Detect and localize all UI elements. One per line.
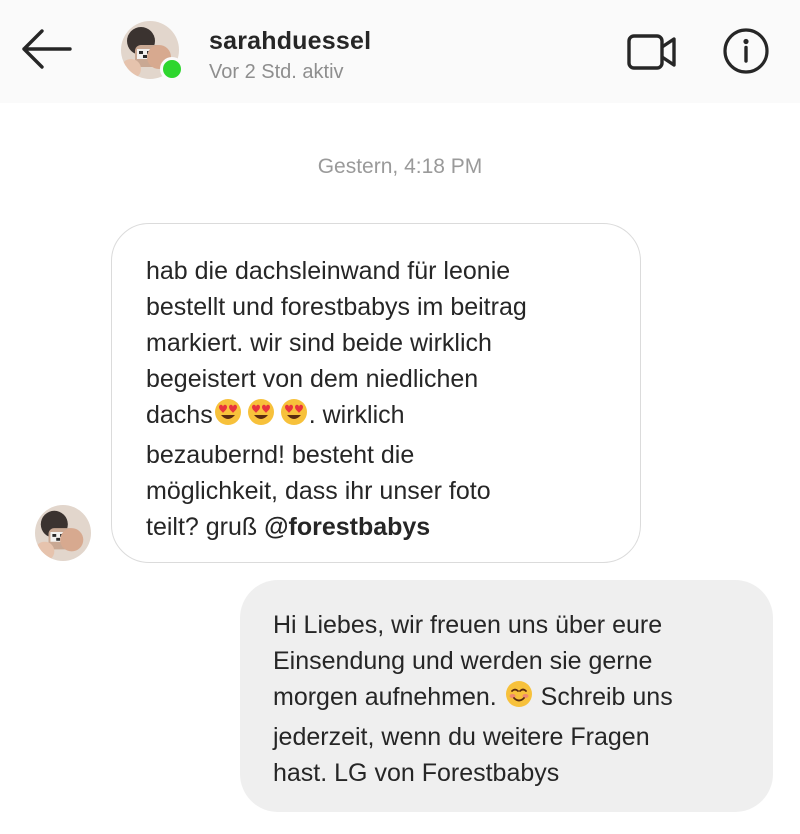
direct-message-screen: sarahduessel Vor 2 Std. aktiv Gestern, 4…	[0, 0, 800, 834]
message-line: hab die dachsleinwand für leonie	[146, 257, 511, 285]
message-text: Schreib uns	[540, 683, 673, 711]
message-text: teilt? gruß	[146, 513, 258, 541]
video-call-button[interactable]	[622, 31, 682, 73]
activity-status: Vor 2 Std. aktiv	[209, 61, 344, 83]
message-text: dachs	[146, 401, 213, 429]
message-text: morgen aufnehmen.	[273, 683, 497, 711]
message-line: hast. LG von Forestbabys	[273, 759, 560, 787]
message-line: jederzeit, wenn du weitere Fragen	[273, 723, 650, 751]
message-text: . wirklich	[308, 401, 405, 429]
message-line: markiert. wir sind beide wirklich	[146, 329, 492, 357]
sender-avatar[interactable]	[35, 505, 91, 561]
mention-link[interactable]: @forestbabys	[264, 513, 430, 541]
message-line: bezaubernd! besteht die	[146, 441, 415, 469]
online-status-dot	[160, 57, 184, 81]
message-line: morgen aufnehmen. Schreib uns	[273, 679, 753, 719]
message-line: dachs . wirklich	[146, 397, 620, 437]
heart-eyes-emoji-icon	[213, 397, 309, 437]
outgoing-message-bubble[interactable]: Hi Liebes, wir freuen uns über eure Eins…	[240, 580, 773, 812]
avatar-image	[35, 505, 91, 561]
message-line: teilt? gruß @forestbabys	[146, 509, 620, 545]
message-line: möglichkeit, dass ihr unser foto	[146, 477, 491, 505]
back-button[interactable]	[18, 26, 74, 72]
profile-avatar[interactable]	[121, 21, 184, 81]
message-line: begeistert von dem niedlichen	[146, 365, 479, 393]
message-line: Hi Liebes, wir freuen uns über eure	[273, 611, 663, 639]
incoming-message-bubble[interactable]: hab die dachsleinwand für leonie bestell…	[111, 223, 641, 563]
chat-header: sarahduessel Vor 2 Std. aktiv	[0, 0, 800, 103]
smiling-blush-emoji-icon	[504, 679, 534, 719]
info-button[interactable]	[722, 27, 770, 75]
arrow-left-icon	[22, 29, 72, 69]
message-timestamp: Gestern, 4:18 PM	[317, 155, 483, 178]
message-line: Einsendung und werden sie gerne	[273, 647, 653, 675]
video-camera-icon	[627, 34, 676, 70]
message-line: bestellt und forestbabys im beitrag	[146, 293, 527, 321]
info-circle-icon	[723, 28, 769, 74]
username[interactable]: sarahduessel	[209, 27, 371, 56]
